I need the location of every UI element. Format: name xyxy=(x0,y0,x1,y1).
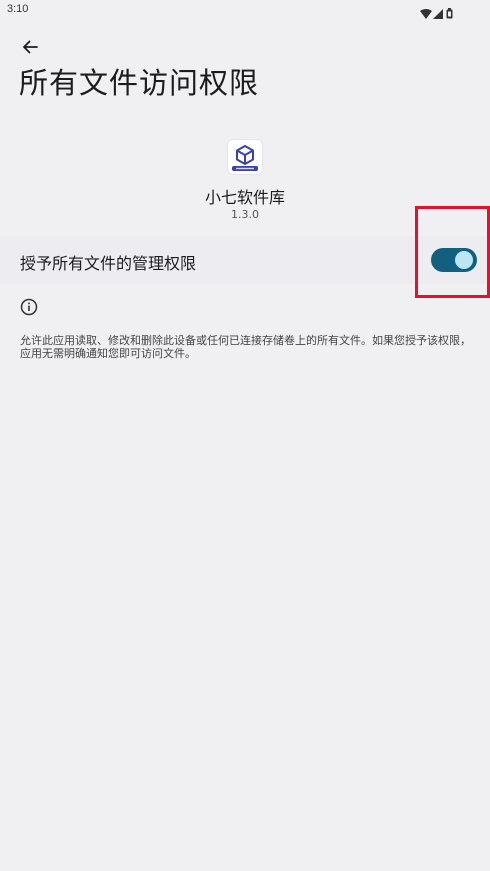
status-time: 3:10 xyxy=(7,3,29,15)
wifi-icon xyxy=(420,4,432,23)
toggle-thumb xyxy=(455,251,473,269)
info-icon xyxy=(20,298,38,316)
permission-label: 授予所有文件的管理权限 xyxy=(20,254,197,273)
arrow-left-icon xyxy=(22,39,38,58)
status-bar: 3:10 xyxy=(0,0,490,22)
page-title: 所有文件访问权限 xyxy=(19,66,260,100)
permission-toggle[interactable] xyxy=(431,248,477,272)
back-button[interactable] xyxy=(16,34,44,58)
battery-icon xyxy=(446,4,453,23)
signal-icon xyxy=(433,4,443,23)
cube-app-icon xyxy=(228,140,262,174)
app-name: 小七软件库 xyxy=(204,188,285,207)
info-description: 允许此应用读取、修改和删除此设备或任何已连接存储卷上的所有文件。如果您授予该权限… xyxy=(20,334,471,360)
